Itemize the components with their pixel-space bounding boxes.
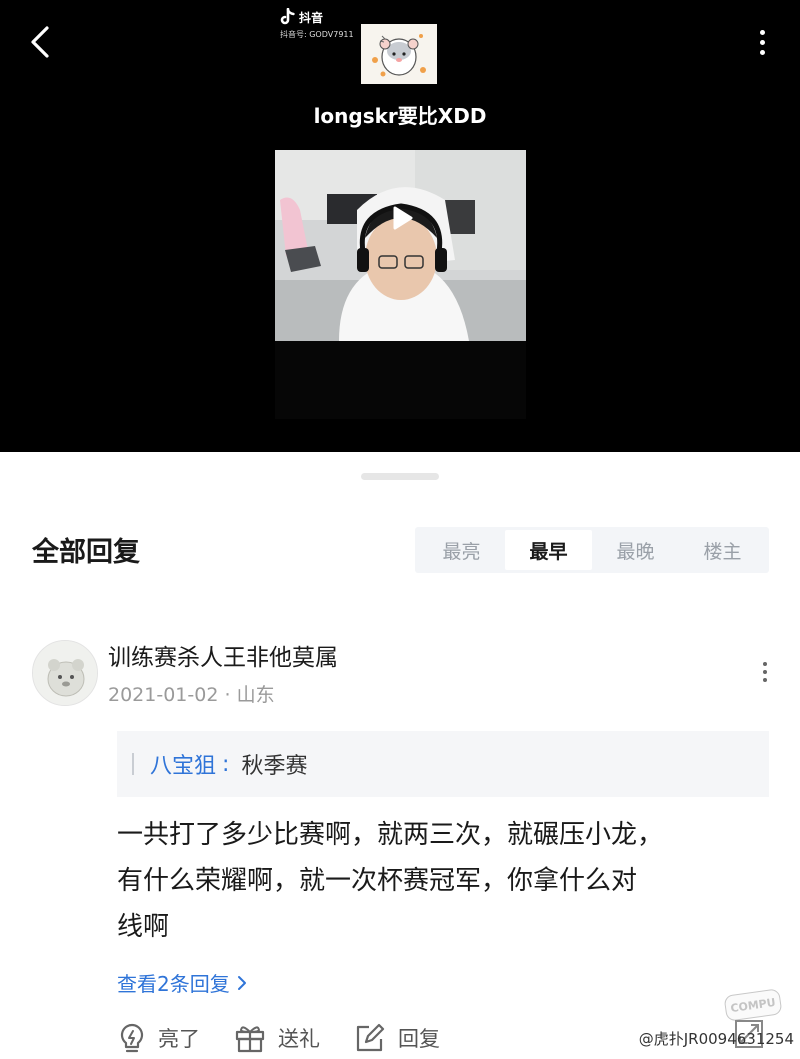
- quote-bar: [132, 753, 134, 775]
- gift-icon: [235, 1026, 265, 1053]
- back-arrow-icon: [31, 26, 49, 58]
- sort-tabs: 最亮 最早 最晚 楼主: [415, 527, 769, 573]
- sort-tab-op[interactable]: 楼主: [679, 530, 766, 570]
- watermark-text: @虎扑JR0094631254: [638, 1030, 794, 1048]
- watermark-logo: COMPU: [723, 988, 783, 1022]
- comment-username[interactable]: 训练赛杀人王非他莫属: [108, 638, 338, 672]
- drag-handle[interactable]: [361, 473, 439, 480]
- comment-actions: 亮了 送礼 回复: [118, 1022, 440, 1054]
- comment-more-button[interactable]: [756, 658, 774, 686]
- tiktok-logo-icon: [280, 8, 295, 25]
- reply-label: 回复: [398, 1027, 440, 1051]
- comment-body-line: 有什么荣耀啊，就一次杯赛冠军，你拿什么对: [117, 866, 638, 896]
- quote-author[interactable]: 八宝狙: [150, 748, 216, 780]
- gift-button[interactable]: 送礼: [234, 1022, 320, 1054]
- comment-body-line: 一共打了多少比赛啊，就两三次，就碾压小龙，: [117, 820, 664, 850]
- reply-button[interactable]: 回复: [354, 1022, 440, 1054]
- tiktok-id: 抖音号: GODV7911: [280, 30, 354, 39]
- view-replies-label: 查看2条回复: [117, 972, 230, 996]
- more-options-button[interactable]: [748, 22, 776, 62]
- comment-body: 一共打了多少比赛啊，就两三次，就碾压小龙， 有什么荣耀啊，就一次杯赛冠军，你拿什…: [117, 812, 777, 950]
- view-replies-link[interactable]: 查看2条回复: [117, 968, 248, 997]
- comment-location: 山东: [236, 684, 275, 706]
- comment-meta: 2021-01-02 · 山东: [108, 680, 275, 707]
- video-frame[interactable]: [275, 150, 526, 341]
- comments-sheet: 全部回复 最亮 最早 最晚 楼主 训练赛杀人王非他莫属 2021-01-02 ·…: [0, 452, 800, 1059]
- back-button[interactable]: [22, 22, 62, 62]
- sort-tab-earliest[interactable]: 最早: [505, 530, 592, 570]
- section-title: 全部回复: [32, 537, 140, 568]
- sort-tab-brightest[interactable]: 最亮: [418, 530, 505, 570]
- like-button[interactable]: 亮了: [118, 1022, 200, 1054]
- video-title: longskr要比XDD: [313, 104, 487, 128]
- sort-tab-latest[interactable]: 最晚: [592, 530, 679, 570]
- hamster-sticker: [361, 24, 437, 84]
- play-icon[interactable]: [383, 200, 419, 236]
- quoted-reply[interactable]: 八宝狙 : 秋季赛: [117, 731, 769, 797]
- edit-icon: [356, 1023, 385, 1052]
- lightbulb-icon: [120, 1023, 144, 1053]
- avatar[interactable]: [32, 640, 98, 706]
- video-player[interactable]: 抖音 抖音号: GODV7911 longskr要比XDD: [0, 0, 800, 452]
- tiktok-brand: 抖音: [299, 10, 324, 25]
- comment-date: 2021-01-02: [108, 684, 219, 706]
- meta-separator: ·: [224, 684, 237, 706]
- quote-text: 秋季赛: [241, 754, 308, 779]
- comment-body-line: 线啊: [117, 912, 170, 942]
- chevron-right-icon: [237, 975, 246, 990]
- quote-colon: :: [222, 751, 230, 777]
- more-vertical-icon: [759, 29, 765, 35]
- more-vertical-icon: [763, 662, 767, 666]
- tiktok-watermark: 抖音 抖音号: GODV7911: [280, 8, 360, 40]
- gift-label: 送礼: [278, 1027, 320, 1051]
- like-label: 亮了: [158, 1027, 200, 1051]
- video-frame-shadow: [275, 341, 526, 419]
